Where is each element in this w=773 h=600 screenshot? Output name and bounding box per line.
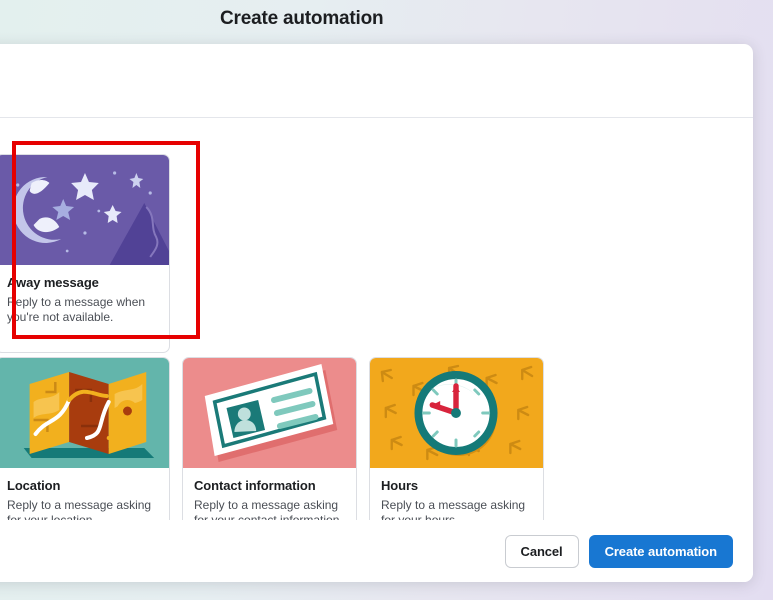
dialog-title: Create automation <box>220 8 384 29</box>
illustration-id-card <box>183 358 356 468</box>
card-title: Location <box>7 478 61 493</box>
card-text: Location Reply to a message asking for y… <box>0 468 169 520</box>
card-description: Reply to a message when you're not avail… <box>7 295 146 324</box>
card-title: Contact information <box>194 478 316 493</box>
card-description: Reply to a message asking for your hours… <box>381 498 526 520</box>
divider <box>0 117 753 118</box>
section-share-information: Share information <box>0 333 544 520</box>
card-description: Reply to a message asking for your conta… <box>194 498 343 520</box>
card-text: Contact information Reply to a message a… <box>183 468 356 520</box>
create-automation-dialog: tch. Greet people <box>0 44 753 582</box>
card-row: Instant reply Reply with a greeting when… <box>0 154 170 353</box>
dialog-body: tch. Greet people <box>0 44 753 520</box>
card-title: Away message <box>7 275 99 290</box>
illustration-moon-stars-mountain <box>0 155 169 265</box>
dialog-footer: Cancel Create automation <box>0 520 753 582</box>
card-text: Hours Reply to a message asking for your… <box>370 468 543 520</box>
card-away-message[interactable]: Away message Reply to a message when you… <box>0 154 170 353</box>
card-row: Frequently asked questions Suggest quest… <box>0 357 544 520</box>
card-description: Reply to a message asking for your locat… <box>7 498 152 520</box>
card-text: Away message Reply to a message when you… <box>0 265 169 337</box>
cancel-button[interactable]: Cancel <box>504 534 579 568</box>
section-greet-people: Greet people <box>0 130 170 353</box>
illustration-wall-clock <box>370 358 543 468</box>
card-contact-information[interactable]: Contact information Reply to a message a… <box>182 357 357 520</box>
illustration-folded-map-pin <box>0 358 169 468</box>
card-hours[interactable]: Hours Reply to a message asking for your… <box>369 357 544 520</box>
card-location[interactable]: Location Reply to a message asking for y… <box>0 357 170 520</box>
card-title: Hours <box>381 478 419 493</box>
section-title: Greet people <box>0 130 170 146</box>
section-title: Share information <box>0 333 544 349</box>
create-automation-button[interactable]: Create automation <box>588 534 733 568</box>
